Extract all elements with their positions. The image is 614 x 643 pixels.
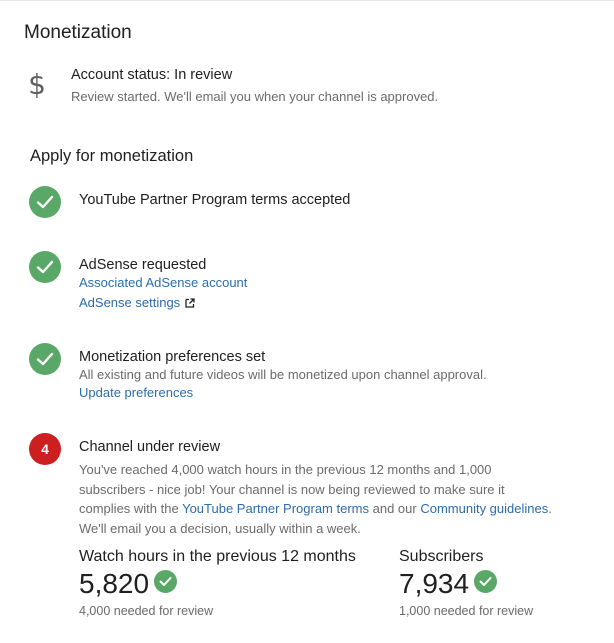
subscribers-stat: Subscribers 7,934 1,000 needed for revie… xyxy=(399,548,533,618)
update-preferences-link[interactable]: Update preferences xyxy=(79,385,193,400)
account-status: $ Account status: In review Review start… xyxy=(24,64,604,108)
stat-value: 5,820 xyxy=(79,568,150,599)
watch-hours-stat: Watch hours in the previous 12 months 5,… xyxy=(79,548,356,618)
apply-section-title: Apply for monetization xyxy=(30,147,194,165)
step-partner-terms: YouTube Partner Program terms accepted xyxy=(29,186,589,220)
check-icon xyxy=(29,343,61,375)
channel-review-description: You've reached 4,000 watch hours in the … xyxy=(79,460,559,538)
account-status-subtitle: Review started. We'll email you when you… xyxy=(71,89,439,104)
step-number-badge: 4 xyxy=(29,433,61,465)
stat-label: Subscribers xyxy=(399,548,484,565)
check-icon xyxy=(29,186,61,218)
partner-program-terms-link[interactable]: YouTube Partner Program terms xyxy=(182,501,369,516)
adsense-settings-label: AdSense settings xyxy=(79,295,181,310)
stat-label: Watch hours in the previous 12 months xyxy=(79,548,356,565)
step-title: YouTube Partner Program terms accepted xyxy=(79,192,351,208)
page-title: Monetization xyxy=(24,22,132,43)
step-title: Channel under review xyxy=(79,439,221,455)
top-divider xyxy=(0,0,614,1)
check-icon xyxy=(154,570,178,593)
step-title: Monetization preferences set xyxy=(79,349,266,365)
stat-note: 4,000 needed for review xyxy=(79,604,214,618)
step-channel-review: 4 Channel under review You've reached 4,… xyxy=(29,433,589,538)
adsense-settings-link[interactable]: AdSense settings xyxy=(79,295,195,310)
description-text: and our xyxy=(369,501,421,517)
community-guidelines-link[interactable]: Community guidelines xyxy=(420,501,548,516)
check-icon xyxy=(474,570,498,593)
dollar-icon: $ xyxy=(28,68,46,101)
associated-adsense-account-link[interactable]: Associated AdSense account xyxy=(79,275,247,290)
stat-value: 7,934 xyxy=(399,568,470,599)
check-icon xyxy=(29,251,61,283)
step-monetization-preferences: Monetization preferences set All existin… xyxy=(29,343,589,403)
stat-note: 1,000 needed for review xyxy=(399,604,534,618)
step-adsense: AdSense requested Associated AdSense acc… xyxy=(29,251,589,315)
account-status-title: Account status: In review xyxy=(71,67,233,83)
step-description: All existing and future videos will be m… xyxy=(79,367,487,382)
step-title: AdSense requested xyxy=(79,257,207,273)
external-link-icon xyxy=(185,298,195,308)
